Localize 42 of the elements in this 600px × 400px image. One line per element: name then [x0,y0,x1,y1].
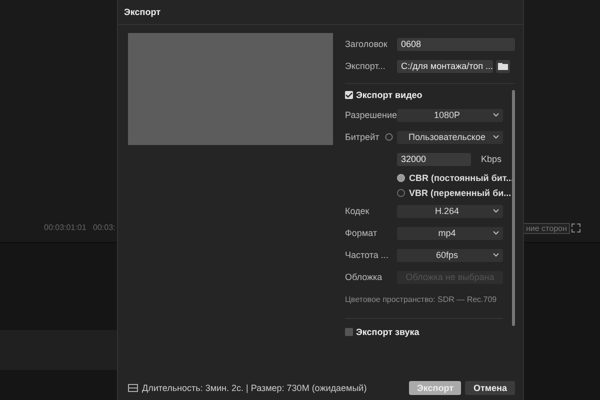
section-title: Экспорт звука [356,327,420,337]
aspect-ratio-button[interactable]: ние сторон [523,223,570,234]
color-space-text: Цветовое пространство: SDR — Rec.709 [345,294,497,304]
title-field[interactable]: 0608 [397,38,515,50]
cancel-button[interactable]: Отмена [465,381,515,395]
checkbox[interactable] [345,328,353,336]
checkbox[interactable] [345,91,353,99]
radio-label: CBR (постоянный бит... [409,172,514,182]
folder-button[interactable] [496,60,510,72]
dropdown[interactable]: 1080P [397,108,503,122]
chevron-down-icon [493,253,499,257]
dropdown[interactable]: 60fps [397,248,503,262]
unit-label: Kbps [481,154,502,164]
chevron-down-icon [493,209,499,213]
dropdown[interactable]: Пользовательское [397,130,503,144]
field-label: Битрейт [345,132,380,142]
radio-label: VBR (переменный би... [409,188,512,198]
radio-button[interactable] [397,174,405,182]
field-label: Разрешение [345,110,397,120]
film-icon [128,384,138,392]
dialog-title: Экспорт [124,7,161,17]
scrollbar[interactable] [512,90,515,326]
field-label: Формат [345,228,377,238]
chevron-down-icon [493,231,499,235]
chevron-down-icon [493,113,499,117]
bitrate-field[interactable]: 32000 [397,152,471,166]
section-title: Экспорт видео [356,90,422,100]
timecode: 00:03: [93,223,116,232]
fullscreen-icon[interactable] [571,223,581,233]
export-info: Длительность: 3мин. 2с. | Размер: 730M (ожидаемый) [142,383,367,393]
dropdown[interactable]: H.264 [397,204,503,218]
info-icon[interactable] [385,133,394,141]
timecode: 00:03:01:01 [44,223,86,232]
field-label: Обложка [345,272,382,282]
field-label: Заголовок [345,39,388,49]
radio-button[interactable] [397,188,405,196]
field-label: Экспорт... [345,61,386,71]
path-field[interactable]: C:/для монтажа/топ ... [397,60,493,72]
field-label: Частота ... [345,250,388,260]
dropdown[interactable]: mp4 [397,226,503,240]
chevron-down-icon [493,135,499,139]
field-label: Кодек [345,206,370,216]
